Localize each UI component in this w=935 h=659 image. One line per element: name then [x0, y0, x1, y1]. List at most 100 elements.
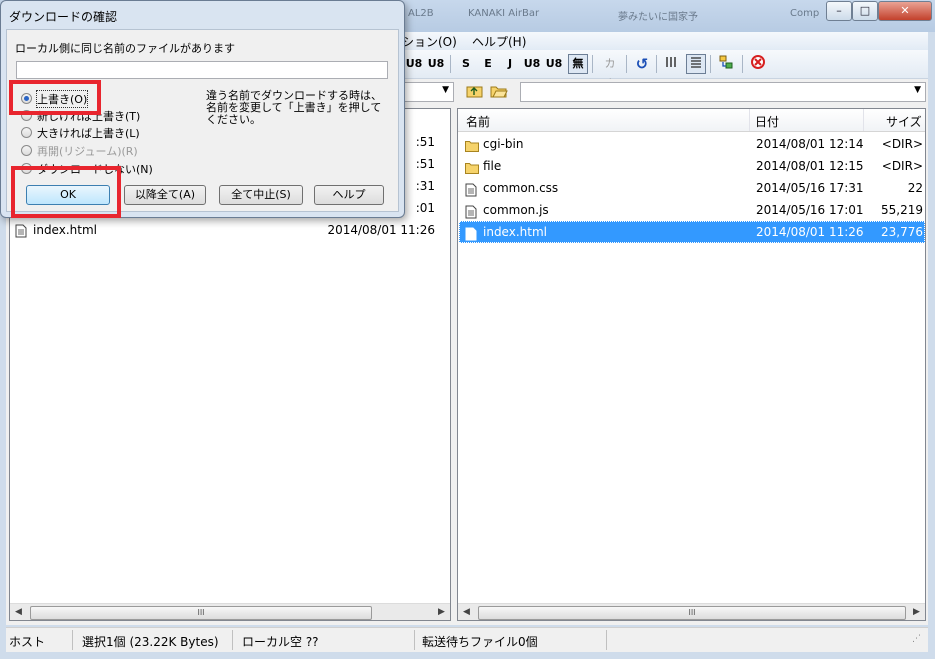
document-icon	[465, 204, 477, 219]
euc-icon[interactable]: E	[478, 54, 498, 74]
filename-input[interactable]	[16, 61, 388, 79]
taskbar-tab[interactable]: 夢みたいに国家予	[618, 8, 698, 26]
table-row[interactable]: file 2014/08/01 12:15 <DIR>	[459, 155, 925, 177]
scroll-right-icon[interactable]: ▶	[908, 604, 925, 620]
file-date: 2014/05/16 17:01	[756, 203, 864, 217]
header-size[interactable]: サイズ	[886, 113, 922, 130]
scroll-thumb[interactable]: III	[30, 606, 372, 620]
close-button[interactable]: ✕	[878, 1, 932, 21]
status-divider	[606, 630, 607, 650]
file-name: file	[483, 159, 502, 173]
taskbar-tab[interactable]: Comp	[790, 8, 819, 26]
menu-option[interactable]: ション(O)	[402, 33, 457, 50]
remote-path-combo[interactable]: ▼	[520, 82, 926, 102]
radio-label[interactable]: 大きければ上書き(L)	[37, 125, 140, 141]
status-divider	[414, 630, 415, 650]
toolbar-separator	[710, 55, 711, 73]
file-size: 55,219	[881, 203, 923, 217]
dialog-message: ローカル側に同じ名前のファイルがあります	[15, 42, 235, 55]
dialog-hint: 違う名前でダウンロードする時は、名前を変更して「上書き」を押してください。	[206, 89, 382, 126]
detail-view-icon[interactable]	[686, 54, 706, 74]
toolbar-separator	[450, 55, 451, 73]
utf8-icon[interactable]: U8	[522, 54, 542, 74]
apply-all-button[interactable]: 以降全て(A)	[124, 185, 206, 205]
kana-icon[interactable]: カナ	[600, 54, 620, 90]
utf8-download-icon[interactable]: U8	[426, 54, 446, 74]
taskbar-tab[interactable]: AL2B	[408, 8, 434, 26]
parent-folder-icon[interactable]	[466, 83, 486, 101]
column-header: 名前 日付 サイズ	[458, 109, 925, 132]
scroll-left-icon[interactable]: ◀	[458, 604, 475, 620]
file-date: 2014/08/01 11:26	[327, 223, 435, 237]
local-path-combo[interactable]: ▼	[398, 82, 454, 102]
table-row[interactable]: common.css 2014/05/16 17:31 22	[459, 177, 925, 199]
file-date: 2014/08/01 11:26	[756, 225, 864, 239]
refresh-icon[interactable]: ↺	[632, 54, 652, 74]
status-divider	[72, 630, 73, 650]
scroll-thumb[interactable]: III	[478, 606, 906, 620]
status-host: ホスト	[9, 635, 46, 649]
scroll-right-icon[interactable]: ▶	[433, 604, 450, 620]
status-divider	[232, 630, 233, 650]
highlight-overwrite-option	[9, 80, 101, 115]
document-icon	[465, 182, 477, 197]
sync-icon[interactable]	[716, 54, 736, 74]
remote-horizontal-scrollbar[interactable]: ◀ III ▶	[458, 603, 925, 620]
toolbar-separator	[742, 55, 743, 73]
document-icon	[465, 226, 477, 241]
local-horizontal-scrollbar[interactable]: ◀ III ▶	[10, 603, 450, 620]
help-button[interactable]: ヘルプ	[314, 185, 384, 205]
file-date: :51	[415, 157, 435, 171]
utf8-upload-icon[interactable]: U8	[404, 54, 424, 74]
file-name: common.css	[483, 181, 559, 195]
folder-icon	[465, 160, 479, 174]
toolbar-separator	[592, 55, 593, 73]
status-local-space: ローカル空 ??	[242, 635, 319, 649]
radio-button[interactable]	[21, 127, 32, 138]
file-size: <DIR>	[881, 159, 923, 173]
abort-all-button[interactable]: 全て中止(S)	[219, 185, 303, 205]
table-row[interactable]: common.js 2014/05/16 17:01 55,219	[459, 199, 925, 221]
toolbar-separator	[626, 55, 627, 73]
jis-icon[interactable]: J	[500, 54, 520, 74]
list-view-icon[interactable]	[662, 54, 682, 74]
file-date: 2014/08/01 12:14	[756, 137, 864, 151]
stop-icon[interactable]	[748, 54, 768, 74]
file-date: :01	[415, 201, 435, 215]
table-row-selected[interactable]: index.html 2014/08/01 11:26 23,776	[459, 221, 925, 243]
chevron-down-icon: ▼	[442, 85, 449, 95]
resize-grip-icon[interactable]: ⋰	[912, 634, 921, 644]
file-size: <DIR>	[881, 137, 923, 151]
table-row[interactable]: cgi-bin 2014/08/01 12:14 <DIR>	[459, 133, 925, 155]
file-name: index.html	[483, 225, 547, 239]
dialog-title: ダウンロードの確認	[9, 10, 118, 24]
radio-button[interactable]	[21, 145, 32, 156]
menu-help[interactable]: ヘルプ(H)	[472, 33, 526, 50]
header-name[interactable]: 名前	[466, 113, 490, 130]
folder-icon	[465, 138, 479, 152]
file-date: 2014/08/01 12:15	[756, 159, 864, 173]
utf8-bom-icon[interactable]: U8	[544, 54, 564, 74]
toolbar-separator	[656, 55, 657, 73]
remote-file-list[interactable]: 名前 日付 サイズ cgi-bin 2014/08/01 12:14 <DIR> fi…	[457, 108, 926, 621]
file-date: :51	[415, 135, 435, 149]
scroll-left-icon[interactable]: ◀	[10, 604, 27, 620]
maximize-button[interactable]: □	[852, 1, 878, 21]
minimize-button[interactable]: –	[826, 1, 852, 21]
highlight-ok-button	[11, 166, 121, 218]
document-icon	[15, 223, 27, 238]
column-divider[interactable]	[863, 109, 864, 131]
sjis-icon[interactable]: S	[456, 54, 476, 74]
status-selection: 選択1個 (23.22K Bytes)	[82, 635, 219, 649]
file-name: index.html	[33, 223, 97, 237]
header-date[interactable]: 日付	[755, 113, 779, 130]
radio-label[interactable]: 再開(リジューム)(R)	[37, 143, 138, 159]
no-convert-icon[interactable]: 無	[568, 54, 588, 74]
taskbar-tab[interactable]: KANAKI AirBar	[468, 8, 539, 26]
file-date: :31	[415, 179, 435, 193]
column-divider[interactable]	[749, 109, 750, 131]
open-folder-icon[interactable]	[490, 83, 510, 101]
table-row[interactable]: index.html 2014/08/01 11:26	[11, 219, 449, 241]
status-queue: 転送待ちファイル0個	[422, 635, 538, 649]
file-name: common.js	[483, 203, 549, 217]
